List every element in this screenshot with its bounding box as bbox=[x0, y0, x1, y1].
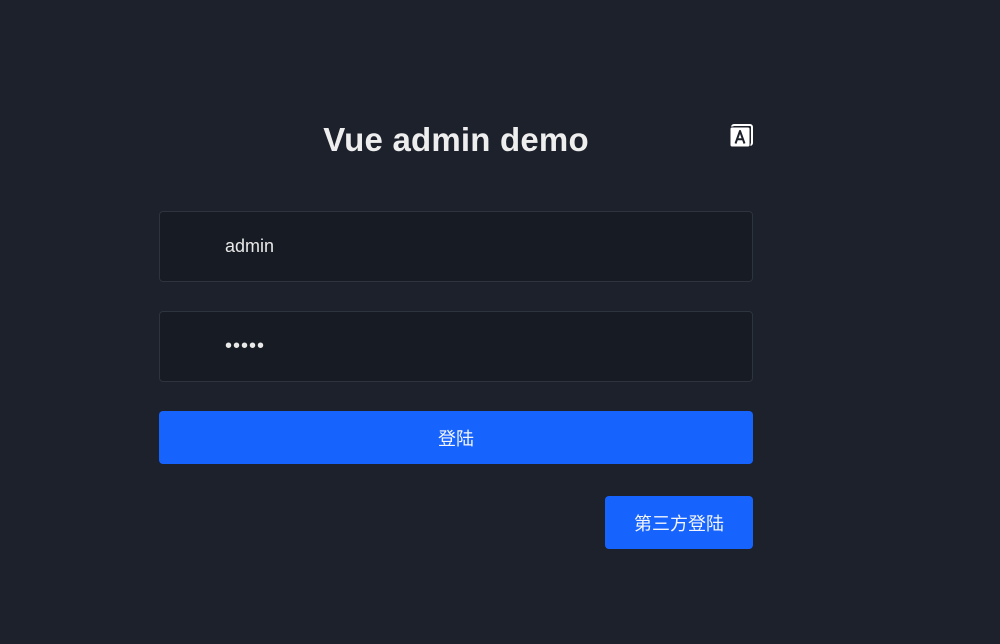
login-form: Vue admin demo 登陆 第三方登陆 bbox=[159, 108, 753, 549]
username-input[interactable] bbox=[160, 212, 752, 281]
third-party-login-button[interactable]: 第三方登陆 bbox=[605, 496, 753, 549]
page-title: Vue admin demo bbox=[323, 121, 589, 158]
password-input[interactable] bbox=[160, 312, 752, 381]
login-header: Vue admin demo bbox=[159, 108, 753, 172]
password-field[interactable] bbox=[159, 311, 753, 382]
username-field[interactable] bbox=[159, 211, 753, 282]
login-button[interactable]: 登陆 bbox=[159, 411, 753, 464]
translate-icon[interactable] bbox=[729, 124, 753, 148]
